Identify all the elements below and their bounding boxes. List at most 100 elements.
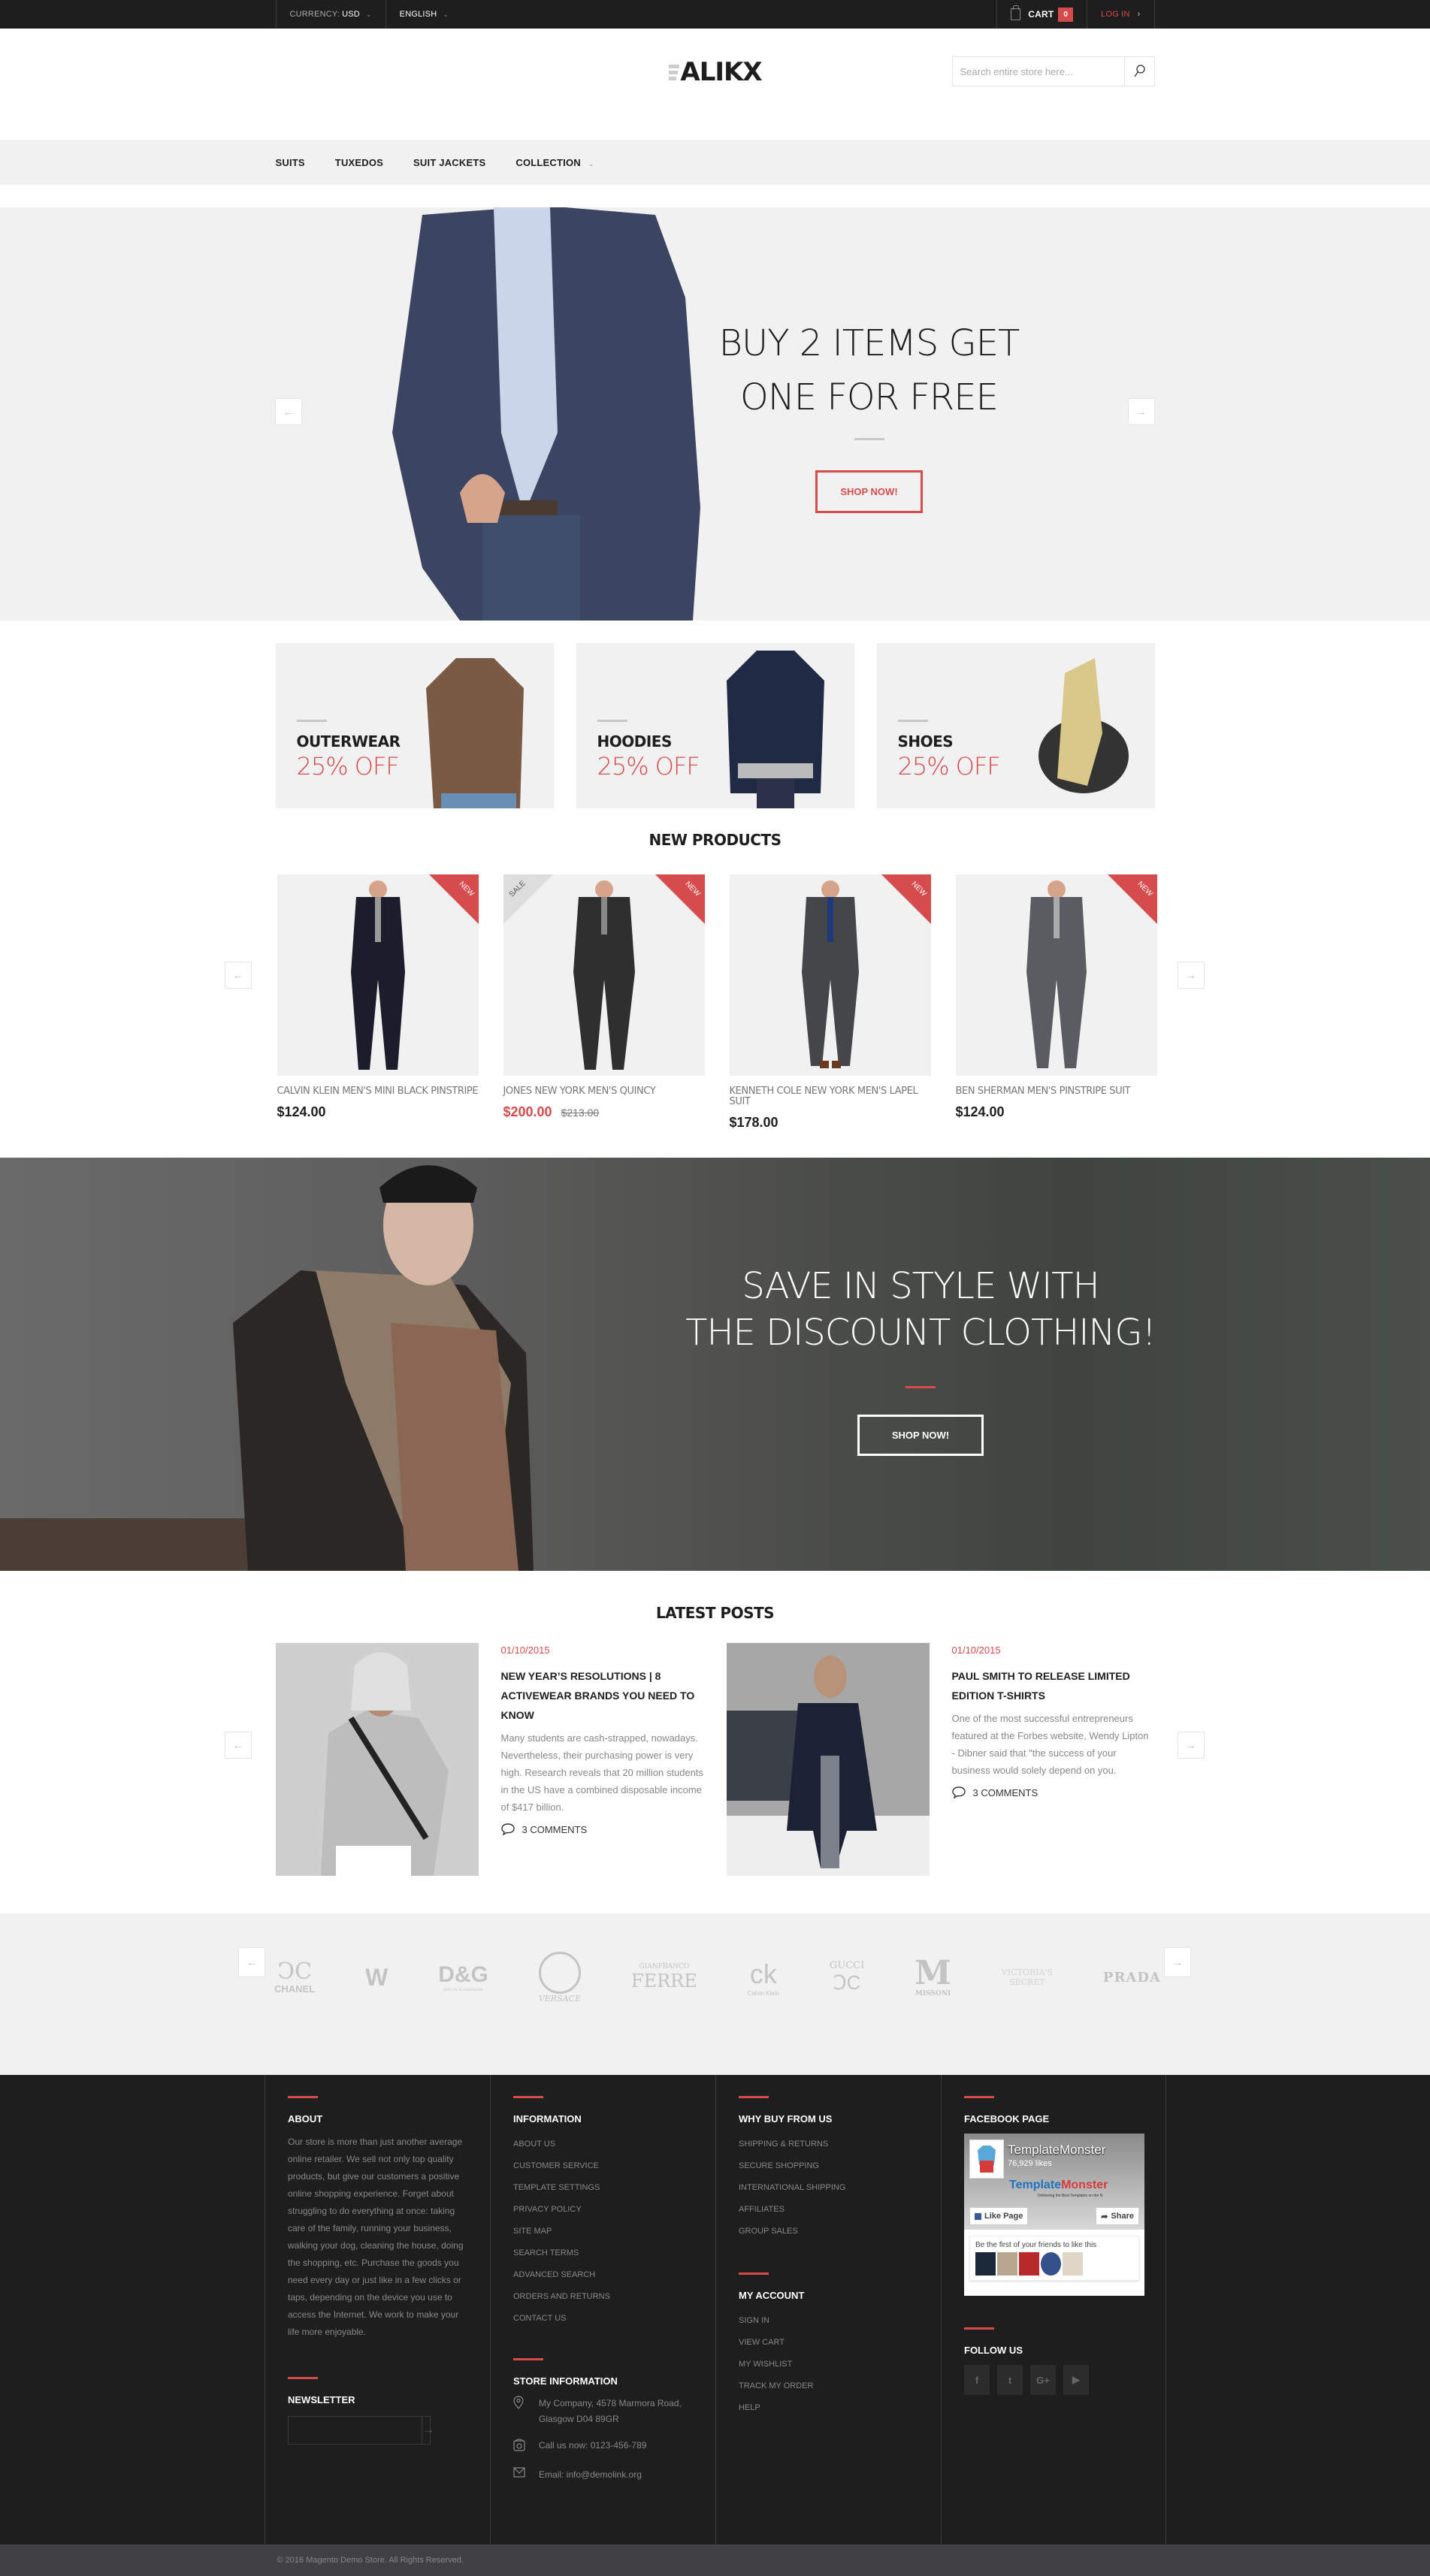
friend-thumbnail[interactable]: [1063, 2252, 1083, 2276]
new-badge: [428, 874, 479, 924]
friend-thumbnail[interactable]: [1041, 2252, 1061, 2276]
friend-thumbnail[interactable]: [997, 2252, 1017, 2276]
banner-shop-now-button[interactable]: SHOP NOW!: [857, 1415, 984, 1456]
logo[interactable]: ALIKX: [668, 57, 763, 87]
brands-next-button[interactable]: →: [1164, 1947, 1191, 1977]
brand-logo-armani[interactable]: W: [365, 1964, 388, 1992]
posts-prev-button[interactable]: ←: [224, 1732, 252, 1759]
brand-logo-ferre[interactable]: GIANFRANCO FERRE: [631, 1963, 697, 1992]
product-image[interactable]: SALE NEW: [503, 874, 705, 1076]
copyright-bar: © 2016 Magento Demo Store. All Rights Re…: [0, 2544, 1430, 2576]
footer-link-template-settings[interactable]: TEMPLATE SETTINGS: [513, 2177, 693, 2199]
post-comments-link[interactable]: 3 COMMENTS: [951, 1786, 1155, 1798]
posts-next-button[interactable]: →: [1177, 1732, 1205, 1759]
brand-logo-ck[interactable]: ck Calvin Klein: [748, 1958, 779, 1997]
nav-item-tuxedos[interactable]: TUXEDOS: [335, 157, 383, 168]
nav-item-suits[interactable]: SUITS: [276, 157, 305, 168]
product-name[interactable]: JONES NEW YORK MEN'S QUINCY: [503, 1086, 705, 1097]
nav-item-suit-jackets[interactable]: SUIT JACKETS: [413, 157, 485, 168]
post-comments-link[interactable]: 3 COMMENTS: [500, 1823, 704, 1835]
google-plus-social-button[interactable]: G+: [1030, 2365, 1056, 2395]
post-title[interactable]: NEW YEAR’S RESOLUTIONS | 8 ACTIVEWEAR BR…: [501, 1666, 704, 1725]
promo-hoodies[interactable]: HOODIES 25% OFF: [576, 643, 854, 808]
product-name[interactable]: KENNETH COLE NEW YORK MEN'S LAPEL SUIT: [730, 1086, 931, 1107]
post-image[interactable]: [726, 1643, 930, 1876]
products-next-button[interactable]: →: [1177, 962, 1205, 989]
footer-link-privacy-policy[interactable]: PRIVACY POLICY: [513, 2199, 693, 2221]
nav-item-collection[interactable]: COLLECTION ⌄: [515, 157, 594, 168]
brand-logo-gucci[interactable]: GUCCI ↃC: [830, 1960, 864, 1995]
footer-link-international-shipping[interactable]: INTERNATIONAL SHIPPING: [739, 2177, 918, 2199]
slider-prev-button[interactable]: ←: [274, 398, 302, 425]
footer-accent-line: [513, 2096, 543, 2098]
product-image[interactable]: NEW: [729, 874, 931, 1076]
facebook-like-button[interactable]: Like Page: [969, 2207, 1029, 2225]
product-name[interactable]: CALVIN KLEIN MEN'S MINI BLACK PINSTRIPE: [277, 1086, 479, 1097]
brand-logo-prada[interactable]: PRADA: [1103, 1970, 1161, 1986]
facebook-page-name[interactable]: TemplateMonster: [1008, 2143, 1105, 2158]
footer-accent-line: [739, 2096, 769, 2098]
product-name[interactable]: BEN SHERMAN MEN'S PINSTRIPE SUIT: [956, 1086, 1157, 1097]
shopping-bag-icon: [1011, 5, 1021, 20]
promo-divider: [597, 720, 627, 722]
search-button[interactable]: [1123, 57, 1154, 86]
product-image[interactable]: NEW: [955, 874, 1157, 1076]
search-box: [951, 56, 1155, 86]
brand-logo-versace[interactable]: VERSACE: [539, 1951, 581, 2004]
newsletter-email-input[interactable]: [289, 2417, 422, 2444]
products-prev-button[interactable]: ←: [224, 962, 252, 989]
brand-logo-dg[interactable]: D&G DOLCE & GABBANA: [438, 1962, 488, 1992]
product-card[interactable]: NEW BEN SHERMAN MEN'S PINSTRIPE SUIT $12…: [955, 874, 1157, 1131]
youtube-social-button[interactable]: ▶: [1063, 2365, 1089, 2395]
hero-shop-now-button[interactable]: SHOP NOW!: [815, 470, 923, 513]
brand-logo-chanel[interactable]: ↃC CHANEL: [274, 1960, 315, 1995]
footer-link-shipping-returns[interactable]: SHIPPING & RETURNS: [739, 2134, 918, 2155]
footer-link-site-map[interactable]: SITE MAP: [513, 2221, 693, 2242]
footer-col-information: INFORMATION ABOUT US CUSTOMER SERVICE TE…: [490, 2075, 715, 2544]
friend-thumbnail[interactable]: [975, 2252, 996, 2276]
post-title[interactable]: PAUL SMITH TO RELEASE LIMITED EDITION T-…: [952, 1666, 1155, 1705]
footer-link-my-wishlist[interactable]: MY WISHLIST: [739, 2354, 918, 2375]
facebook-social-button[interactable]: f: [964, 2365, 990, 2395]
product-card[interactable]: NEW CALVIN KLEIN MEN'S MINI BLACK PINSTR…: [277, 874, 479, 1131]
login-link[interactable]: LOG IN ›: [1087, 0, 1155, 29]
new-badge: [655, 874, 705, 924]
footer-link-secure-shopping[interactable]: SECURE SHOPPING: [739, 2155, 918, 2177]
cart-button[interactable]: CART 0: [996, 0, 1087, 29]
promo-outerwear[interactable]: OUTERWEAR 25% OFF: [275, 643, 554, 808]
footer-about-title: ABOUT: [288, 2113, 323, 2125]
footer-link-group-sales[interactable]: GROUP SALES: [739, 2221, 918, 2242]
friend-thumbnail[interactable]: [1019, 2252, 1039, 2276]
my-account-title: MY ACCOUNT: [739, 2290, 805, 2301]
newsletter-submit-button[interactable]: →: [422, 2417, 434, 2444]
search-input[interactable]: [952, 57, 1124, 86]
brand-logos: ↃC CHANEL W D&G DOLCE & GABBANA VERSACE GI…: [233, 1940, 1202, 2015]
product-card[interactable]: NEW KENNETH COLE NEW YORK MEN'S LAPEL SU…: [729, 874, 931, 1131]
brand-logo-missoni[interactable]: M MISSONI: [915, 1957, 951, 1998]
facebook-page-avatar[interactable]: [969, 2140, 1004, 2179]
post-image[interactable]: [275, 1643, 479, 1876]
slider-next-button[interactable]: →: [1127, 398, 1155, 425]
facebook-share-button[interactable]: ➦ Share: [1096, 2207, 1139, 2225]
currency-switcher[interactable]: CURRENCY: USD ⌄: [275, 0, 385, 29]
footer-link-search-terms[interactable]: SEARCH TERMS: [513, 2242, 693, 2264]
twitter-social-button[interactable]: t: [997, 2365, 1023, 2395]
footer-link-affiliates[interactable]: AFFILIATES: [739, 2199, 918, 2221]
footer-link-advanced-search[interactable]: ADVANCED SEARCH: [513, 2264, 693, 2286]
brand-logo-victorias-secret[interactable]: VICTORIA'S SECRET: [1002, 1967, 1053, 1987]
footer-link-track-order[interactable]: TRACK MY ORDER: [739, 2375, 918, 2397]
language-switcher[interactable]: ENGLISH ⌄: [385, 0, 462, 29]
footer-link-customer-service[interactable]: CUSTOMER SERVICE: [513, 2155, 693, 2177]
store-email[interactable]: Email: info@demolink.org: [513, 2467, 693, 2483]
footer-link-orders-returns[interactable]: ORDERS AND RETURNS: [513, 2286, 693, 2308]
latest-posts-title: LATEST POSTS: [655, 1604, 775, 1622]
product-image[interactable]: NEW: [277, 874, 479, 1076]
footer-link-about-us[interactable]: ABOUT US: [513, 2134, 693, 2155]
facebook-likes: 76,929 likes: [1008, 2159, 1052, 2168]
footer-link-contact-us[interactable]: CONTACT US: [513, 2308, 693, 2330]
footer-link-help[interactable]: HELP: [739, 2397, 918, 2419]
footer-link-sign-in[interactable]: SIGN IN: [739, 2310, 918, 2332]
footer-link-view-cart[interactable]: VIEW CART: [739, 2332, 918, 2354]
product-card[interactable]: SALE NEW JONES NEW YORK MEN'S QUINCY $20…: [503, 874, 705, 1131]
promo-shoes[interactable]: SHOES 25% OFF: [876, 643, 1155, 808]
